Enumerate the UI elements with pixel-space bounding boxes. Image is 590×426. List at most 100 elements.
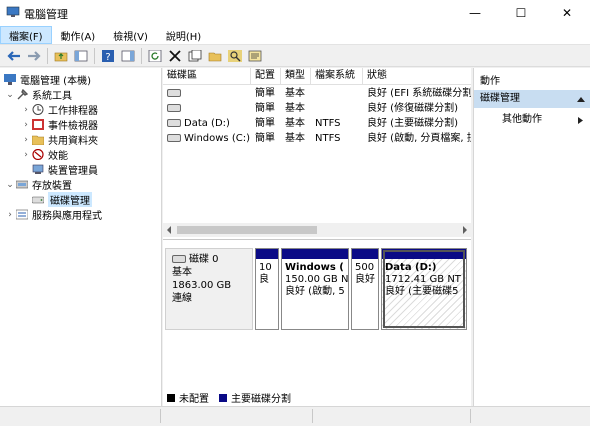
- column-header-type[interactable]: 類型: [281, 68, 311, 84]
- menu-file[interactable]: 檔案(F): [0, 26, 52, 44]
- filesystem-cell: [311, 86, 363, 101]
- status-segment: [314, 409, 471, 423]
- tree-item-event-viewer[interactable]: › 事件檢視器: [20, 117, 98, 132]
- scroll-left-icon[interactable]: [165, 226, 173, 234]
- forward-icon[interactable]: [26, 48, 42, 64]
- chevron-right-icon[interactable]: ›: [20, 105, 32, 115]
- partition-size: 150.00 GB N: [285, 274, 348, 285]
- tree-item-computer-management[interactable]: 電腦管理 (本機): [4, 72, 91, 87]
- table-row[interactable]: Windows (C:) 簡單 基本 NTFS 良好 (啟動, 分頁檔案, 損: [163, 131, 471, 146]
- disk-type: 基本: [172, 267, 192, 278]
- minimize-button[interactable]: —: [452, 0, 498, 26]
- volume-name-cell: [163, 101, 251, 116]
- show-hide-tree-icon[interactable]: [73, 48, 89, 64]
- status-cell: 良好 (EFI 系統磁碟分割): [367, 88, 471, 99]
- partition-windows[interactable]: Windows ( 150.00 GB N 良好 (啟動, 5: [281, 248, 349, 330]
- volume-list-header: 磁碟區 配置 類型 檔案系統 狀態: [163, 68, 471, 85]
- tree-label: 服務與應用程式: [32, 211, 102, 222]
- layout-cell: 簡單: [255, 88, 275, 99]
- partition-size: 500 I: [355, 262, 378, 273]
- partition-status: 良: [259, 274, 269, 285]
- column-header-volume[interactable]: 磁碟區: [163, 68, 251, 84]
- computer-management-icon: [4, 74, 16, 85]
- tree-item-storage[interactable]: ⌄ 存放裝置: [4, 177, 72, 193]
- tree-item-system-tools[interactable]: ⌄ 系統工具: [4, 87, 72, 102]
- chevron-right-icon[interactable]: ›: [4, 210, 16, 220]
- tree-item-performance[interactable]: › 效能: [20, 147, 68, 162]
- menu-help[interactable]: 說明(H): [157, 26, 210, 44]
- more-actions-item[interactable]: 其他動作: [474, 112, 590, 128]
- menu-action[interactable]: 動作(A): [52, 26, 105, 44]
- legend-swatch-primary: [219, 393, 227, 402]
- disk-name: 磁碟 0: [189, 254, 219, 265]
- column-header-layout[interactable]: 配置: [251, 68, 281, 84]
- partition-size: 10: [259, 262, 272, 273]
- device-manager-icon: [32, 164, 44, 174]
- actions-pane: 動作 磁碟管理 其他動作: [473, 68, 590, 406]
- actions-header: 動作: [480, 76, 500, 87]
- partition-bar: [256, 249, 278, 259]
- tree-item-shared-folders[interactable]: › 共用資料夾: [20, 132, 98, 148]
- chevron-right-icon: [578, 117, 583, 124]
- shared-folders-icon: [32, 135, 44, 145]
- action-group-disk-management[interactable]: 磁碟管理: [474, 90, 590, 108]
- status-cell: 良好 (主要磁碟分割): [367, 118, 458, 129]
- disk-info-panel[interactable]: 磁碟 0 基本 1863.00 GB 連線: [165, 248, 253, 330]
- delete-icon[interactable]: [167, 48, 183, 64]
- partition-bar: [352, 249, 378, 259]
- refresh-icon[interactable]: [147, 48, 163, 64]
- column-header-status[interactable]: 狀態: [363, 68, 471, 84]
- back-icon[interactable]: [6, 48, 22, 64]
- disk-icon: [167, 134, 181, 142]
- menu-view[interactable]: 檢視(V): [104, 26, 157, 44]
- show-hide-action-pane-icon[interactable]: [120, 48, 136, 64]
- disk-properties-icon[interactable]: [247, 48, 263, 64]
- layout-cell: 簡單: [255, 103, 275, 114]
- legend: 未配置 主要磁碟分割: [167, 390, 291, 405]
- chevron-right-icon[interactable]: ›: [20, 120, 32, 130]
- legend-label-primary: 主要磁碟分割: [231, 394, 291, 405]
- close-button[interactable]: ✕: [544, 0, 590, 26]
- search-icon[interactable]: [227, 48, 243, 64]
- horizontal-scrollbar[interactable]: [163, 223, 471, 237]
- tree-label: 效能: [48, 151, 68, 162]
- partition-efi[interactable]: 10 良: [255, 248, 279, 330]
- tree-item-task-scheduler[interactable]: › 工作排程器: [20, 102, 98, 117]
- title-bar: 電腦管理 — ☐ ✕: [0, 0, 590, 26]
- volume-name-cell: Data (D:): [163, 116, 251, 131]
- scroll-right-icon[interactable]: [461, 226, 469, 234]
- chevron-down-icon[interactable]: ⌄: [4, 180, 16, 190]
- chevron-down-icon[interactable]: ⌄: [4, 90, 16, 100]
- chevron-right-icon[interactable]: ›: [20, 150, 32, 160]
- partition-status: 良好 (主要磁碟5: [385, 286, 459, 297]
- partition-data[interactable]: Data (D:) 1712.41 GB NT 良好 (主要磁碟5: [381, 248, 467, 330]
- up-folder-icon[interactable]: [53, 48, 69, 64]
- open-folder-icon[interactable]: [207, 48, 223, 64]
- disk-icon: [167, 89, 181, 97]
- partition-bar: [382, 249, 466, 259]
- partition-recovery[interactable]: 500 I 良好: [351, 248, 379, 330]
- disk-status: 連線: [172, 293, 192, 304]
- services-icon: [16, 209, 28, 220]
- table-row[interactable]: Data (D:) 簡單 基本 NTFS 良好 (主要磁碟分割): [163, 116, 471, 131]
- tree-item-device-manager[interactable]: 裝置管理員: [32, 162, 98, 177]
- tree-item-disk-management[interactable]: 磁碟管理: [32, 192, 92, 207]
- tree-label: 事件檢視器: [48, 121, 98, 132]
- status-segment: [0, 409, 161, 423]
- tree-item-services-apps[interactable]: › 服務與應用程式: [4, 207, 102, 223]
- status-cell: 良好 (修復磁碟分割): [367, 103, 458, 114]
- collapse-up-icon[interactable]: [577, 96, 585, 102]
- properties-icon[interactable]: [187, 48, 203, 64]
- column-header-filesystem[interactable]: 檔案系統: [311, 68, 363, 84]
- disk-icon: [172, 255, 186, 263]
- navigation-tree: 電腦管理 (本機) ⌄ 系統工具 › 工作排程器 › 事件檢視器 › 共用資料夾…: [0, 68, 162, 406]
- performance-icon: [32, 149, 44, 160]
- scrollbar-thumb[interactable]: [177, 226, 317, 234]
- chevron-right-icon[interactable]: ›: [20, 135, 32, 145]
- maximize-button[interactable]: ☐: [498, 0, 544, 26]
- action-group-label: 磁碟管理: [480, 93, 520, 104]
- help-icon[interactable]: ?: [100, 48, 116, 64]
- filesystem-cell: NTFS: [315, 118, 341, 129]
- table-row[interactable]: 簡單 基本 良好 (修復磁碟分割): [163, 101, 471, 116]
- table-row[interactable]: 簡單 基本 良好 (EFI 系統磁碟分割): [163, 86, 471, 101]
